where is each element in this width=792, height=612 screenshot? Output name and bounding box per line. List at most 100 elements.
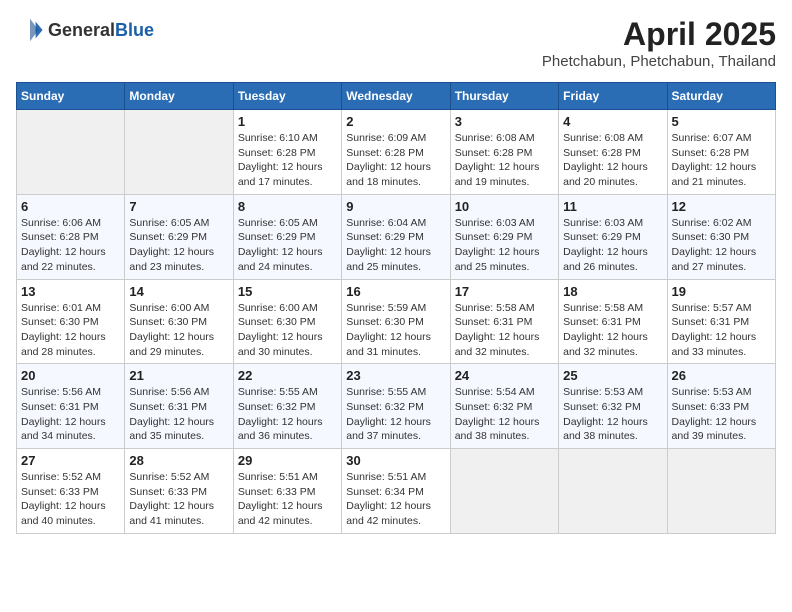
calendar-cell <box>667 449 775 534</box>
day-detail: Sunrise: 6:08 AM Sunset: 6:28 PM Dayligh… <box>563 131 662 190</box>
day-detail: Sunrise: 6:01 AM Sunset: 6:30 PM Dayligh… <box>21 301 120 360</box>
calendar-cell: 12Sunrise: 6:02 AM Sunset: 6:30 PM Dayli… <box>667 194 775 279</box>
day-number: 24 <box>455 368 554 383</box>
week-row-2: 6Sunrise: 6:06 AM Sunset: 6:28 PM Daylig… <box>17 194 776 279</box>
week-row-3: 13 Sunrise: 6:01 AM Sunset: 6:30 PM Dayli… <box>17 279 776 364</box>
day-detail: Sunrise: 6:00 AM Sunset: 6:30 PM Dayligh… <box>129 301 228 360</box>
logo-text-blue: Blue <box>115 20 154 40</box>
day-number: 10 <box>455 199 554 214</box>
day-number: 7 <box>129 199 228 214</box>
day-number: 2 <box>346 114 445 129</box>
calendar-cell: 27 Sunrise: 5:52 AM Sunset: 6:33 PM Dayli… <box>17 449 125 534</box>
day-detail: Sunrise: 5:56 AM Sunset: 6:31 PM Dayligh… <box>129 385 228 444</box>
day-number: 30 <box>346 453 445 468</box>
day-number: 17 <box>455 284 554 299</box>
weekday-header-monday: Monday <box>125 83 233 110</box>
day-number: 5 <box>672 114 771 129</box>
calendar-cell: 9Sunrise: 6:04 AM Sunset: 6:29 PM Daylig… <box>342 194 450 279</box>
day-detail: Sunrise: 5:55 AM Sunset: 6:32 PM Dayligh… <box>238 385 337 444</box>
calendar-cell: 4 Sunrise: 6:08 AM Sunset: 6:28 PM Daylig… <box>559 110 667 195</box>
day-detail: Sunrise: 5:52 AM Sunset: 6:33 PM Dayligh… <box>129 470 228 529</box>
day-number: 3 <box>455 114 554 129</box>
weekday-header-sunday: Sunday <box>17 83 125 110</box>
calendar-cell: 24 Sunrise: 5:54 AM Sunset: 6:32 PM Dayli… <box>450 364 558 449</box>
day-detail: Sunrise: 5:51 AM Sunset: 6:34 PM Dayligh… <box>346 470 445 529</box>
day-detail: Sunrise: 5:55 AM Sunset: 6:32 PM Dayligh… <box>346 385 445 444</box>
day-number: 28 <box>129 453 228 468</box>
week-row-1: 1Sunrise: 6:10 AM Sunset: 6:28 PM Daylig… <box>17 110 776 195</box>
calendar-cell: 14 Sunrise: 6:00 AM Sunset: 6:30 PM Dayli… <box>125 279 233 364</box>
weekday-header-wednesday: Wednesday <box>342 83 450 110</box>
day-detail: Sunrise: 6:05 AM Sunset: 6:29 PM Dayligh… <box>238 216 337 275</box>
day-detail: Sunrise: 6:09 AM Sunset: 6:28 PM Dayligh… <box>346 131 445 190</box>
calendar-cell: 11 Sunrise: 6:03 AM Sunset: 6:29 PM Dayli… <box>559 194 667 279</box>
calendar-cell: 23 Sunrise: 5:55 AM Sunset: 6:32 PM Dayli… <box>342 364 450 449</box>
day-detail: Sunrise: 5:56 AM Sunset: 6:31 PM Dayligh… <box>21 385 120 444</box>
day-detail: Sunrise: 5:59 AM Sunset: 6:30 PM Dayligh… <box>346 301 445 360</box>
day-number: 13 <box>21 284 120 299</box>
day-number: 14 <box>129 284 228 299</box>
day-number: 27 <box>21 453 120 468</box>
calendar-cell: 20Sunrise: 5:56 AM Sunset: 6:31 PM Dayli… <box>17 364 125 449</box>
calendar-cell: 8 Sunrise: 6:05 AM Sunset: 6:29 PM Daylig… <box>233 194 341 279</box>
weekday-header-thursday: Thursday <box>450 83 558 110</box>
calendar-cell: 18Sunrise: 5:58 AM Sunset: 6:31 PM Dayli… <box>559 279 667 364</box>
calendar-cell <box>125 110 233 195</box>
weekday-header-friday: Friday <box>559 83 667 110</box>
day-number: 11 <box>563 199 662 214</box>
calendar-cell: 17 Sunrise: 5:58 AM Sunset: 6:31 PM Dayli… <box>450 279 558 364</box>
day-number: 6 <box>21 199 120 214</box>
calendar-cell: 7 Sunrise: 6:05 AM Sunset: 6:29 PM Daylig… <box>125 194 233 279</box>
day-number: 23 <box>346 368 445 383</box>
calendar-cell: 10Sunrise: 6:03 AM Sunset: 6:29 PM Dayli… <box>450 194 558 279</box>
day-detail: Sunrise: 5:57 AM Sunset: 6:31 PM Dayligh… <box>672 301 771 360</box>
main-title: April 2025 <box>542 16 776 53</box>
day-detail: Sunrise: 6:00 AM Sunset: 6:30 PM Dayligh… <box>238 301 337 360</box>
day-number: 29 <box>238 453 337 468</box>
day-number: 21 <box>129 368 228 383</box>
logo: GeneralBlue <box>16 16 154 44</box>
day-detail: Sunrise: 6:08 AM Sunset: 6:28 PM Dayligh… <box>455 131 554 190</box>
day-number: 8 <box>238 199 337 214</box>
calendar-cell: 29 Sunrise: 5:51 AM Sunset: 6:33 PM Dayli… <box>233 449 341 534</box>
calendar-cell: 15 Sunrise: 6:00 AM Sunset: 6:30 PM Dayli… <box>233 279 341 364</box>
subtitle: Phetchabun, Phetchabun, Thailand <box>542 53 776 70</box>
day-detail: Sunrise: 6:05 AM Sunset: 6:29 PM Dayligh… <box>129 216 228 275</box>
calendar-table: SundayMondayTuesdayWednesdayThursdayFrid… <box>16 82 776 534</box>
calendar-cell: 1Sunrise: 6:10 AM Sunset: 6:28 PM Daylig… <box>233 110 341 195</box>
week-row-5: 27 Sunrise: 5:52 AM Sunset: 6:33 PM Dayli… <box>17 449 776 534</box>
day-detail: Sunrise: 5:53 AM Sunset: 6:32 PM Dayligh… <box>563 385 662 444</box>
day-detail: Sunrise: 6:03 AM Sunset: 6:29 PM Dayligh… <box>563 216 662 275</box>
day-number: 22 <box>238 368 337 383</box>
day-detail: Sunrise: 5:52 AM Sunset: 6:33 PM Dayligh… <box>21 470 120 529</box>
calendar-cell <box>559 449 667 534</box>
calendar-cell: 6Sunrise: 6:06 AM Sunset: 6:28 PM Daylig… <box>17 194 125 279</box>
logo-text-general: General <box>48 20 115 40</box>
week-row-4: 20Sunrise: 5:56 AM Sunset: 6:31 PM Dayli… <box>17 364 776 449</box>
calendar-cell: 21 Sunrise: 5:56 AM Sunset: 6:31 PM Dayli… <box>125 364 233 449</box>
day-detail: Sunrise: 5:58 AM Sunset: 6:31 PM Dayligh… <box>455 301 554 360</box>
day-number: 25 <box>563 368 662 383</box>
calendar-cell <box>17 110 125 195</box>
day-number: 9 <box>346 199 445 214</box>
weekday-header-row: SundayMondayTuesdayWednesdayThursdayFrid… <box>17 83 776 110</box>
day-detail: Sunrise: 6:10 AM Sunset: 6:28 PM Dayligh… <box>238 131 337 190</box>
day-detail: Sunrise: 5:54 AM Sunset: 6:32 PM Dayligh… <box>455 385 554 444</box>
day-number: 4 <box>563 114 662 129</box>
weekday-header-tuesday: Tuesday <box>233 83 341 110</box>
calendar-cell: 28 Sunrise: 5:52 AM Sunset: 6:33 PM Dayli… <box>125 449 233 534</box>
calendar-cell: 30 Sunrise: 5:51 AM Sunset: 6:34 PM Dayli… <box>342 449 450 534</box>
calendar-cell: 13 Sunrise: 6:01 AM Sunset: 6:30 PM Dayli… <box>17 279 125 364</box>
day-detail: Sunrise: 5:51 AM Sunset: 6:33 PM Dayligh… <box>238 470 337 529</box>
weekday-header-saturday: Saturday <box>667 83 775 110</box>
calendar-cell: 3 Sunrise: 6:08 AM Sunset: 6:28 PM Daylig… <box>450 110 558 195</box>
calendar-cell: 19Sunrise: 5:57 AM Sunset: 6:31 PM Dayli… <box>667 279 775 364</box>
day-number: 26 <box>672 368 771 383</box>
day-detail: Sunrise: 6:07 AM Sunset: 6:28 PM Dayligh… <box>672 131 771 190</box>
day-detail: Sunrise: 5:58 AM Sunset: 6:31 PM Dayligh… <box>563 301 662 360</box>
day-number: 15 <box>238 284 337 299</box>
calendar-cell: 22 Sunrise: 5:55 AM Sunset: 6:32 PM Dayli… <box>233 364 341 449</box>
day-detail: Sunrise: 6:02 AM Sunset: 6:30 PM Dayligh… <box>672 216 771 275</box>
day-number: 16 <box>346 284 445 299</box>
calendar-cell <box>450 449 558 534</box>
